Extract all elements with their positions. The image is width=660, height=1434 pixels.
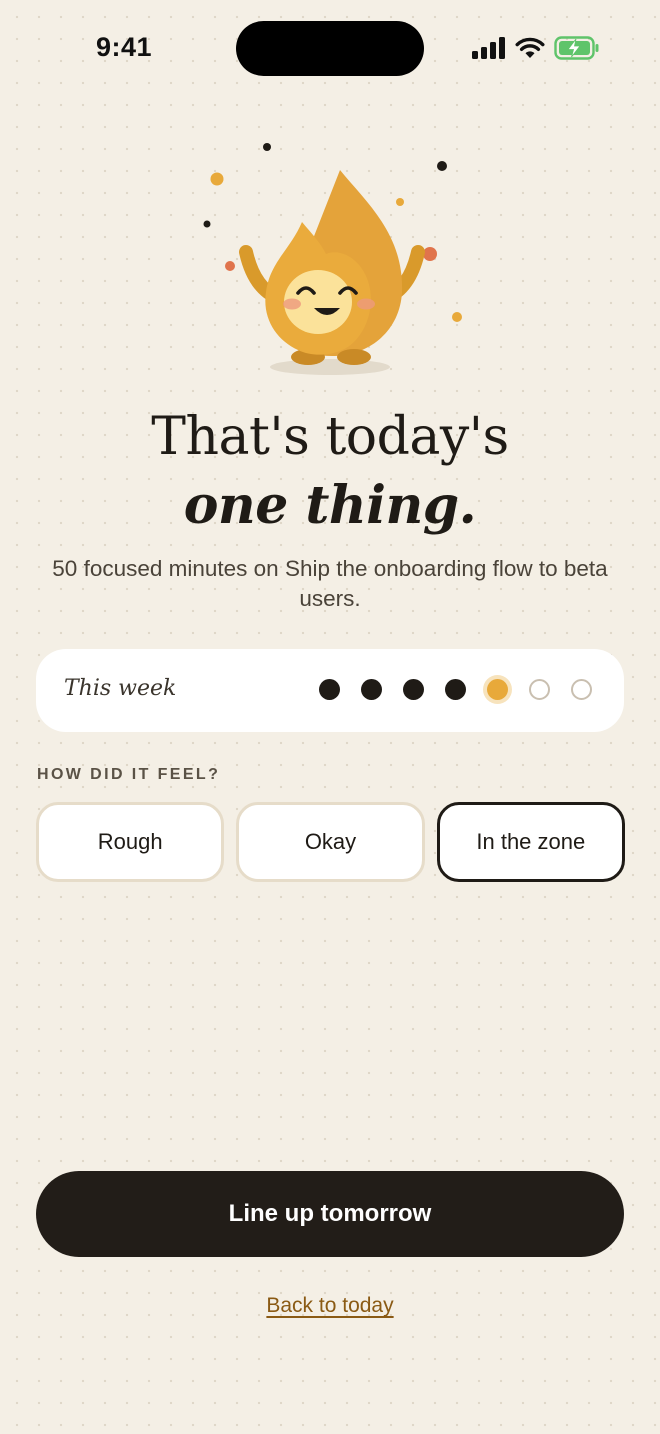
week-day-dot-done — [319, 679, 340, 700]
status-icons — [472, 34, 600, 62]
status-time: 9:41 — [96, 32, 153, 62]
headline: That's today's one thing. — [0, 402, 660, 540]
session-summary: 50 focused minutes on Ship the onboardin… — [52, 556, 608, 611]
dynamic-island — [236, 21, 424, 76]
week-day-dot-future — [571, 679, 592, 700]
feel-option-in-the-zone[interactable]: In the zone — [436, 802, 625, 882]
feel-option-rough[interactable]: Rough — [36, 802, 225, 882]
week-day-dots — [319, 679, 592, 700]
line-up-tomorrow-button[interactable]: Line up tomorrow — [36, 1171, 624, 1257]
week-progress-card: This week — [36, 649, 624, 732]
wifi-icon — [515, 37, 545, 59]
feel-option-okay[interactable]: Okay — [236, 802, 425, 882]
week-day-dot-future — [529, 679, 550, 700]
feel-options: Rough Okay In the zone — [36, 802, 625, 882]
cellular-signal-icon — [472, 37, 506, 59]
battery-charging-icon — [554, 36, 600, 60]
week-day-dot-today — [487, 679, 508, 700]
week-day-dot-done — [445, 679, 466, 700]
week-label: This week — [64, 676, 177, 701]
feel-question-label: HOW DID IT FEEL? — [37, 766, 221, 783]
status-bar: 9:41 — [0, 0, 660, 96]
headline-line-1: That's today's — [151, 407, 509, 467]
week-day-dot-done — [403, 679, 424, 700]
flame-mascot-illustration — [190, 130, 480, 390]
back-to-today-link[interactable]: Back to today — [0, 1294, 660, 1318]
headline-line-2: one thing. — [183, 475, 477, 536]
week-day-dot-done — [361, 679, 382, 700]
